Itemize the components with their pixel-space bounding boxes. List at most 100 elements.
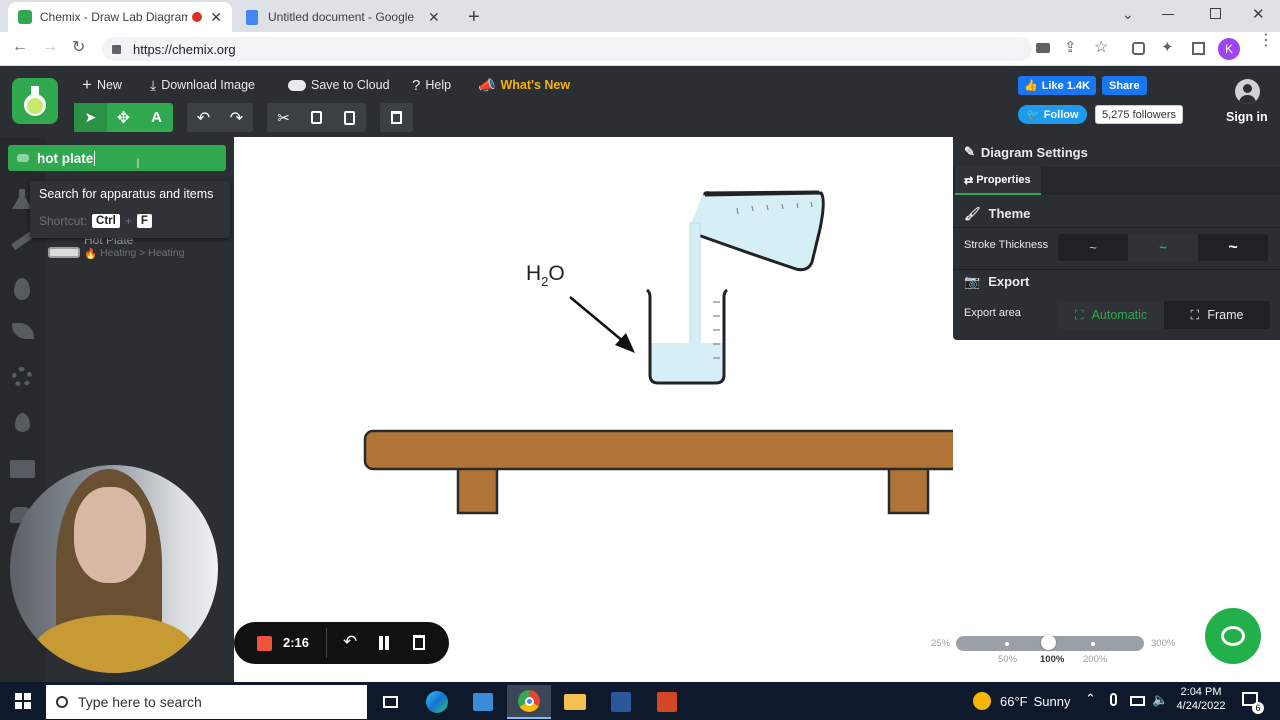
pause-icon[interactable] bbox=[379, 636, 383, 650]
store-icon[interactable] bbox=[461, 685, 505, 719]
label-sub: 2 bbox=[541, 274, 549, 289]
minimize-icon[interactable] bbox=[1162, 14, 1174, 15]
undo-button[interactable]: ↶ bbox=[187, 103, 220, 132]
cut-button[interactable]: ✂ bbox=[267, 103, 300, 132]
pause-icon-bar bbox=[385, 636, 389, 650]
delete-button[interactable] bbox=[380, 103, 413, 132]
help-button[interactable]: ? Help bbox=[412, 77, 452, 94]
medium-line-icon: ~ bbox=[1159, 240, 1167, 255]
chemix-favicon-icon bbox=[18, 10, 32, 24]
weather-widget[interactable]: 66°F Sunny bbox=[1000, 694, 1070, 709]
puzzle-icon[interactable]: ✦ bbox=[1161, 38, 1174, 56]
new-button[interactable]: + New bbox=[82, 75, 122, 94]
export-frame-button[interactable]: ⛶ Frame bbox=[1164, 301, 1270, 329]
receiving-beaker[interactable] bbox=[646, 288, 728, 385]
facebook-like-button[interactable]: 👍 Like 1.4K bbox=[1018, 76, 1097, 95]
text-tool-button[interactable]: A bbox=[140, 103, 173, 132]
frame-icon: ⛶ bbox=[1190, 307, 1200, 322]
close-window-icon[interactable]: ✕ bbox=[1252, 5, 1265, 23]
atom-category-icon[interactable] bbox=[12, 367, 32, 387]
stroke-thin-button[interactable]: ~ bbox=[1058, 234, 1128, 261]
facebook-share-button[interactable]: Share bbox=[1102, 76, 1147, 95]
help-label: Help bbox=[425, 78, 452, 92]
pouring-beaker[interactable] bbox=[690, 190, 825, 272]
forward-arrow-icon[interactable]: → bbox=[42, 38, 58, 56]
webcam-overlay bbox=[10, 465, 218, 673]
stroke-medium-button[interactable]: ~ bbox=[1128, 234, 1198, 261]
sun-weather-icon bbox=[973, 692, 991, 710]
stop-record-button[interactable] bbox=[257, 636, 272, 651]
battery-icon[interactable] bbox=[1130, 696, 1145, 706]
export-automatic-button[interactable]: ⛶ Automatic bbox=[1058, 301, 1164, 329]
new-tab-plus-icon[interactable]: + bbox=[468, 6, 480, 29]
menu-kebab-icon[interactable]: ⋮ bbox=[1258, 33, 1274, 49]
powerpoint-icon[interactable] bbox=[645, 685, 689, 719]
chat-support-button[interactable] bbox=[1205, 608, 1261, 664]
lock-icon bbox=[112, 44, 121, 54]
extension-icon[interactable] bbox=[1132, 42, 1145, 55]
chemix-logo[interactable] bbox=[12, 78, 58, 124]
select-tool-button[interactable]: ➤ bbox=[74, 103, 107, 132]
weather-temp: 66°F bbox=[1000, 694, 1028, 709]
chrome-icon[interactable] bbox=[507, 685, 551, 719]
move-tool-button[interactable]: ✥ bbox=[107, 103, 140, 132]
sidepanel-icon[interactable] bbox=[1192, 42, 1205, 55]
edge-icon[interactable] bbox=[415, 685, 459, 719]
redo-button[interactable]: ↷ bbox=[220, 103, 253, 132]
close-tab-icon[interactable]: ✕ bbox=[428, 9, 440, 26]
url-text: https://chemix.org bbox=[133, 41, 236, 57]
zoom-slider-thumb[interactable] bbox=[1041, 635, 1057, 650]
sign-in-link[interactable]: Sign in bbox=[1226, 110, 1268, 124]
user-avatar-icon[interactable] bbox=[1235, 79, 1260, 104]
discard-trash-icon[interactable] bbox=[413, 635, 425, 650]
windows-start-icon[interactable] bbox=[15, 693, 31, 709]
box-category-icon[interactable] bbox=[10, 460, 35, 478]
diagram-canvas[interactable] bbox=[234, 137, 953, 682]
camera-icon[interactable] bbox=[1036, 43, 1050, 53]
zoom-current-label: 100% bbox=[1040, 654, 1065, 665]
restart-icon[interactable]: ↶ bbox=[343, 632, 357, 652]
download-image-button[interactable]: ⤓ Download Image bbox=[150, 77, 255, 93]
clock[interactable]: 2:04 PM 4/24/2022 bbox=[1172, 686, 1230, 712]
leaf-category-icon[interactable] bbox=[12, 323, 34, 339]
task-view-icon[interactable] bbox=[368, 685, 412, 719]
copy-button[interactable] bbox=[300, 103, 333, 132]
close-tab-icon[interactable]: ✕ bbox=[210, 9, 222, 26]
tray-chevron-icon[interactable]: ⌃ bbox=[1085, 691, 1096, 707]
tab-search-chevron-icon[interactable]: ⌄ bbox=[1122, 6, 1134, 23]
bookmark-star-icon[interactable]: ☆ bbox=[1094, 37, 1108, 57]
file-explorer-icon[interactable] bbox=[553, 685, 597, 719]
save-to-cloud-button[interactable]: Save to Cloud bbox=[288, 77, 390, 93]
label-o: O bbox=[548, 262, 565, 285]
stroke-thick-button[interactable]: ~ bbox=[1198, 234, 1268, 261]
back-arrow-icon[interactable]: ← bbox=[12, 38, 28, 56]
share-icon[interactable]: ⇪ bbox=[1064, 38, 1077, 56]
apparatus-search-input[interactable]: hot plate bbox=[8, 145, 226, 171]
word-icon[interactable] bbox=[599, 685, 643, 719]
zoom-slider-track[interactable] bbox=[956, 635, 1144, 651]
profile-avatar[interactable]: K bbox=[1218, 38, 1240, 60]
webcam-shirt bbox=[34, 615, 194, 673]
arrow-line[interactable] bbox=[569, 296, 625, 343]
volume-icon[interactable]: 🔈 bbox=[1152, 692, 1168, 708]
hot-plate-thumbnail[interactable] bbox=[48, 247, 80, 258]
reload-icon[interactable]: ↻ bbox=[72, 37, 85, 57]
whats-new-button[interactable]: 📣 What's New bbox=[478, 77, 570, 93]
taskbar-search-box[interactable]: Type here to search bbox=[46, 685, 367, 719]
flask-category-icon[interactable] bbox=[12, 189, 32, 209]
tab-properties[interactable]: ⇄ Properties bbox=[955, 167, 1041, 195]
microphone-icon[interactable] bbox=[1110, 693, 1117, 706]
restore-icon[interactable] bbox=[1210, 8, 1221, 19]
flame-category-icon[interactable] bbox=[14, 278, 30, 300]
twitter-follow-button[interactable]: 🐦 Follow bbox=[1018, 105, 1087, 124]
lab-bench[interactable] bbox=[363, 429, 953, 515]
tab-google-docs[interactable]: Untitled document - Google Doc ✕ bbox=[236, 2, 460, 32]
settings-header: ✎ Diagram Settings bbox=[964, 144, 1088, 160]
tab-title: Chemix - Draw Lab Diagram bbox=[39, 10, 189, 24]
tab-chemix[interactable]: Chemix - Draw Lab Diagram ✕ bbox=[8, 2, 232, 32]
address-bar[interactable]: https://chemix.org bbox=[102, 37, 1032, 61]
paste-button[interactable] bbox=[333, 103, 366, 132]
h2o-label[interactable]: H2O bbox=[526, 262, 565, 289]
thin-line-icon: ~ bbox=[1089, 240, 1097, 255]
drop-category-icon[interactable] bbox=[15, 413, 30, 432]
